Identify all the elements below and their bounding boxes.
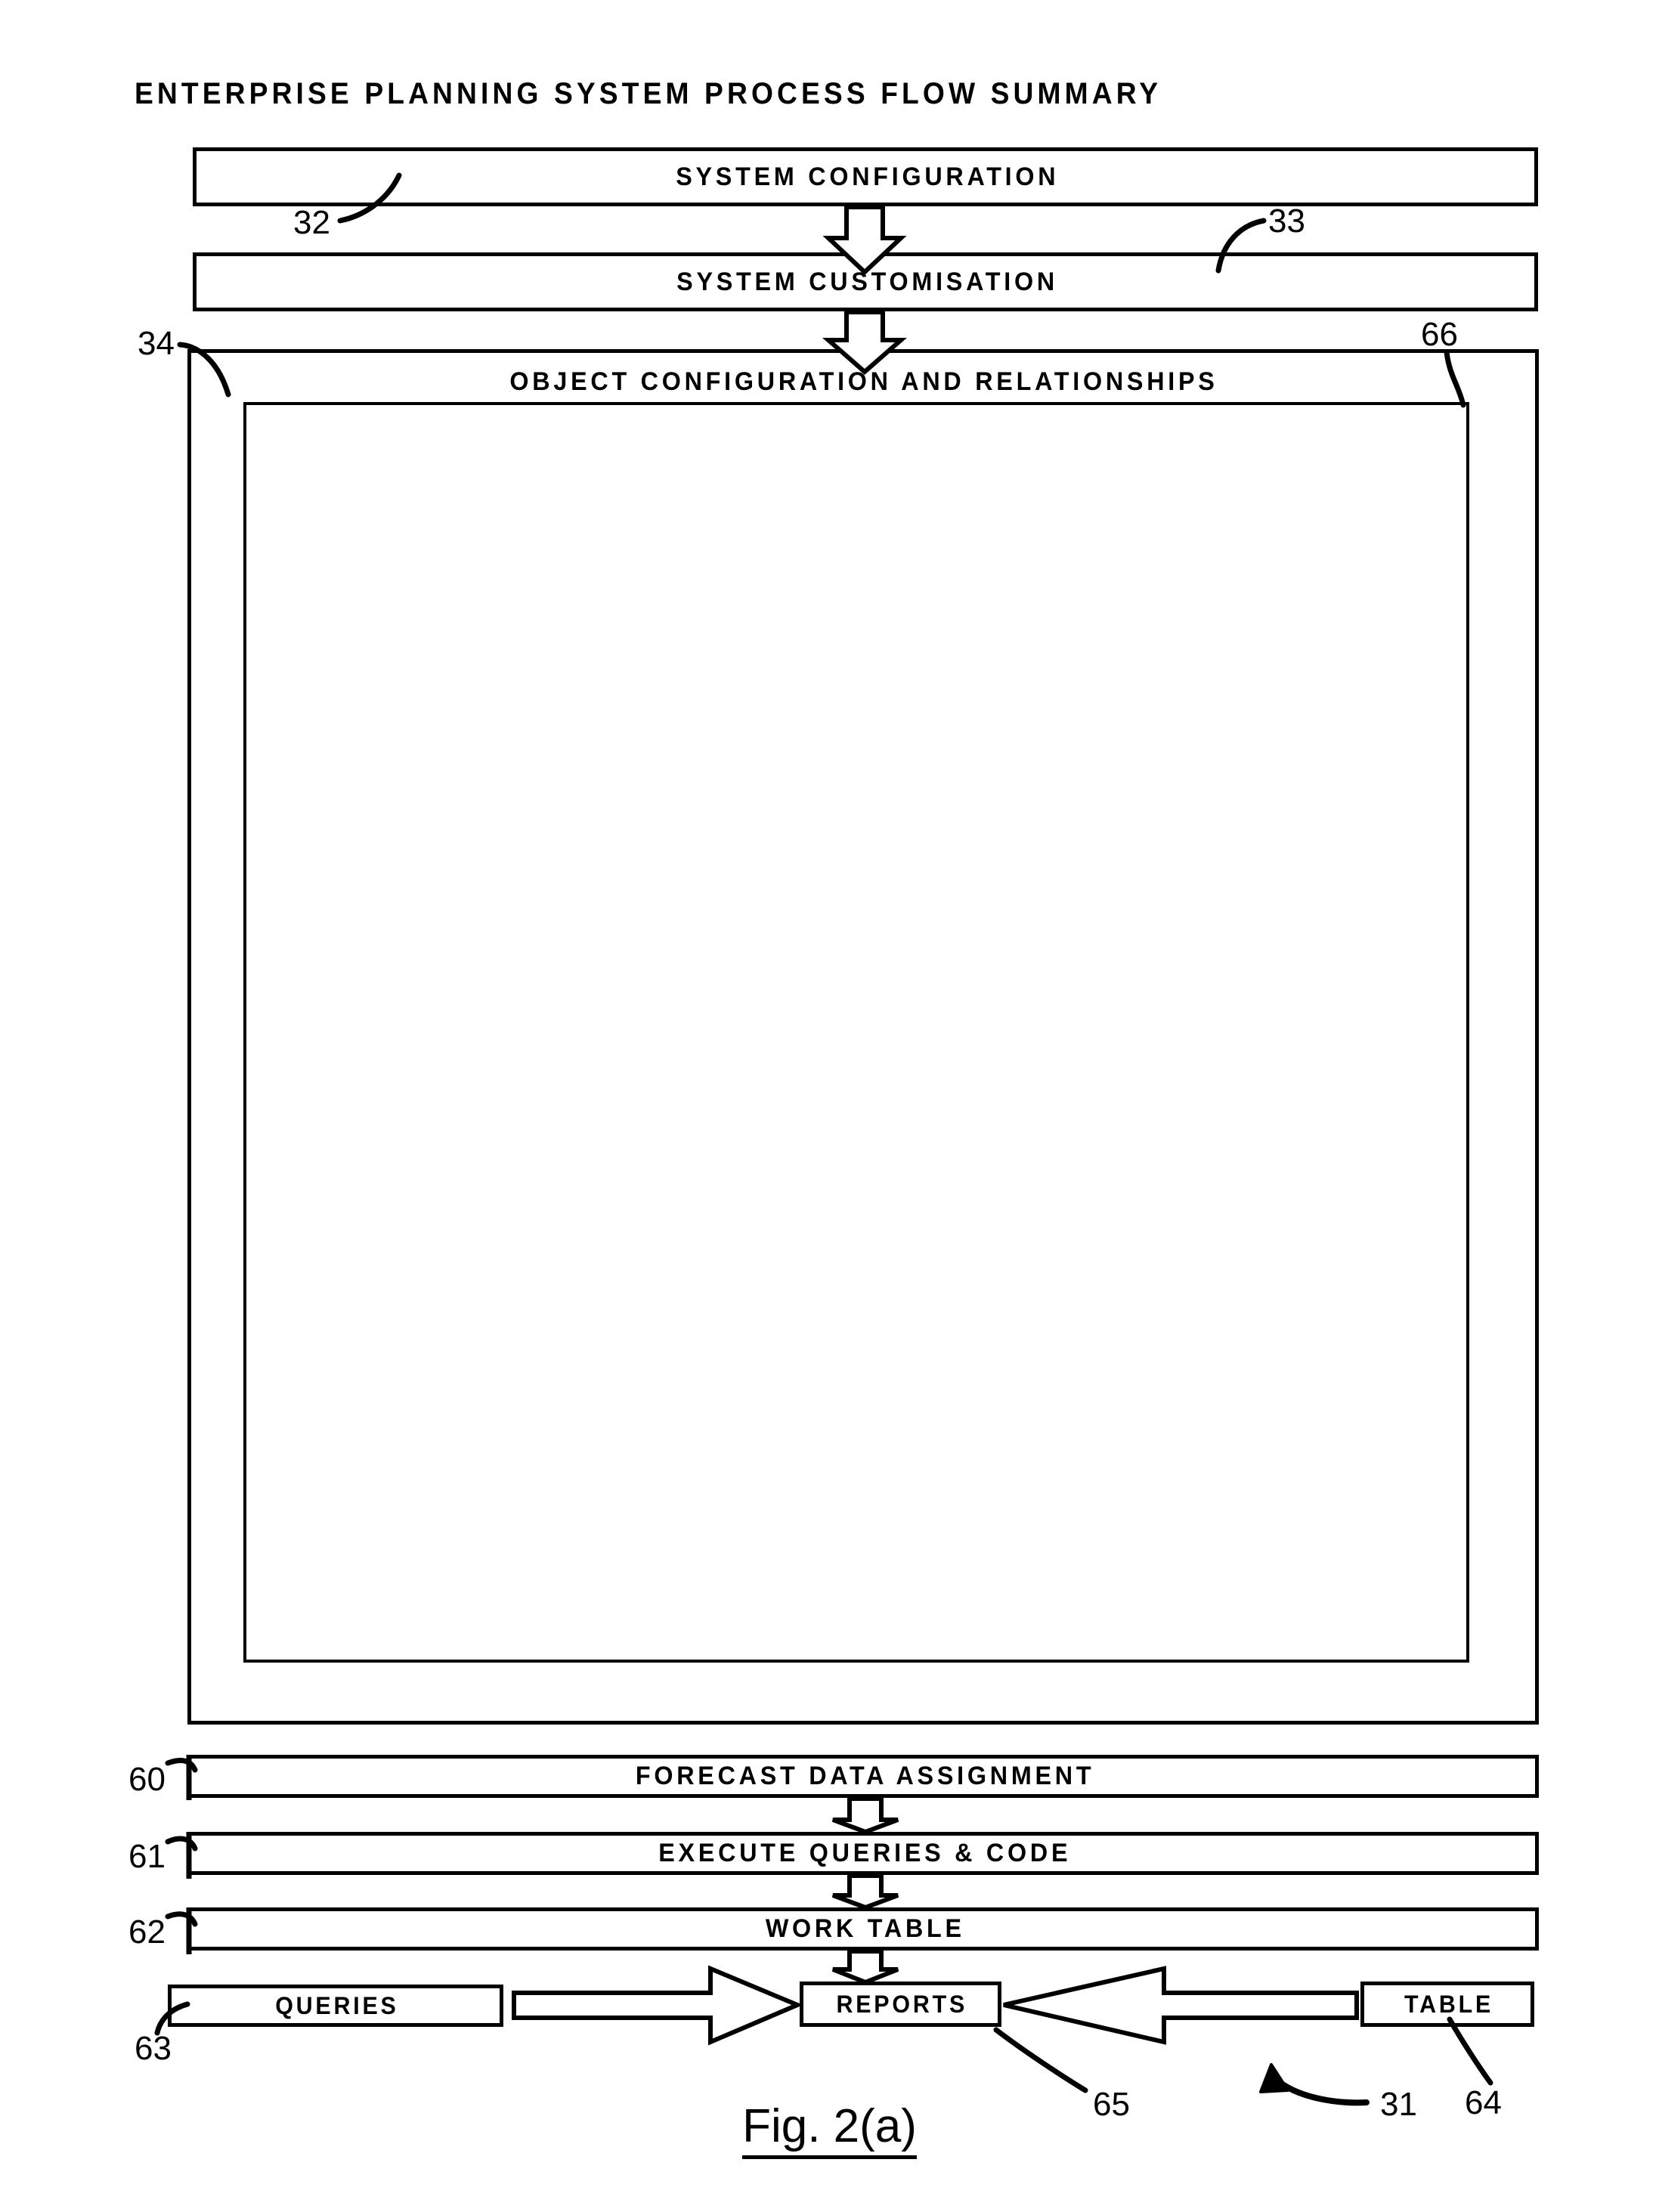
process-box-table[interactable]: TABLE [1360,1982,1534,2027]
figure-title: ENTERPRISE PLANNING SYSTEM PROCESS FLOW … [135,77,1162,110]
process-box-work-table[interactable]: WORK TABLE [187,1907,1539,1951]
leader-line-64 [1447,2016,1493,2086]
process-box-queries-label: QUERIES [275,1991,399,2019]
down-arrow-forecast-to-execute [831,1796,899,1835]
process-box-forecast-data-assignment-label: FORECAST DATA ASSIGNMENT [635,1762,1095,1790]
process-box-reports[interactable]: REPORTS [800,1982,1001,2027]
left-arrow-table-to-reports [1003,1966,1359,2045]
process-box-system-configuration[interactable]: SYSTEM CONFIGURATION [193,147,1538,206]
down-arrow-worktable-to-reports [831,1949,899,1985]
figure-caption: Fig. 2(a) [0,2099,1659,2159]
down-arrow-execute-to-worktable [831,1873,899,1910]
process-box-execute-queries-code-label: EXECUTE QUERIES & CODE [658,1839,1072,1867]
process-box-reports-label: REPORTS [836,1990,968,2018]
reference-numeral-33: 33 [1268,203,1305,240]
object-detail-panel[interactable] [243,402,1469,1663]
reference-numeral-60: 60 [128,1761,166,1798]
right-arrow-queries-to-reports [512,1965,803,2046]
leader-line-65 [993,2027,1088,2093]
leader-arrowhead-31 [1259,2063,1289,2093]
process-box-forecast-data-assignment[interactable]: FORECAST DATA ASSIGNMENT [187,1755,1539,1798]
figure-caption-text: Fig. 2(a) [742,2100,917,2159]
reference-numeral-62: 62 [128,1913,166,1951]
process-box-object-configuration-label: OBJECT CONFIGURATION AND RELATIONSHIPS [509,367,1218,396]
reference-numeral-63: 63 [135,2030,172,2067]
reference-numeral-61: 61 [128,1838,166,1875]
reference-numeral-34: 34 [138,325,175,362]
process-box-queries[interactable]: QUERIES [168,1985,503,2027]
process-box-execute-queries-code[interactable]: EXECUTE QUERIES & CODE [187,1832,1539,1875]
process-box-work-table-label: WORK TABLE [765,1914,965,1943]
process-box-system-customisation[interactable]: SYSTEM CUSTOMISATION [193,252,1538,311]
reference-numeral-32: 32 [293,204,330,241]
process-box-system-configuration-label: SYSTEM CONFIGURATION [675,162,1059,191]
process-box-table-label: TABLE [1404,1990,1493,2018]
reference-numeral-66: 66 [1421,316,1458,353]
patent-figure-canvas: ENTERPRISE PLANNING SYSTEM PROCESS FLOW … [0,0,1659,2212]
process-box-system-customisation-label: SYSTEM CUSTOMISATION [676,267,1058,296]
